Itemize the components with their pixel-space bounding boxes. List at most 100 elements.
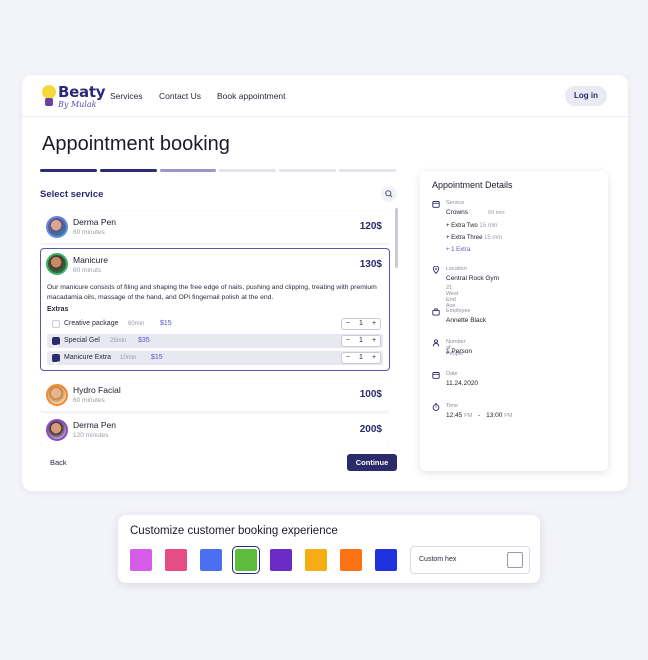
back-button[interactable]: Back [50,458,67,467]
nav-link-services[interactable]: Services [110,91,143,101]
service-list: Derma Pen 60 minutes 120$ Manicure 60 mi… [40,208,390,446]
person-icon [432,339,440,347]
plus-icon[interactable]: + [372,354,376,361]
service-name: Manicure [73,255,108,265]
employee-value: Annette Black [446,317,487,324]
checkmark-icon [53,344,59,349]
service-name: Derma Pen [73,217,116,227]
quantity-stepper[interactable]: − 1 + [341,318,381,330]
quantity-stepper[interactable]: − 1 + [341,352,381,364]
quantity-stepper[interactable]: − 1 + [341,335,381,347]
nav-link-contact[interactable]: Contact Us [159,91,201,101]
checkmark-icon [53,361,59,366]
date-label: Date [446,371,458,377]
brand-title: Beaty [58,83,106,101]
employee-label: Employee [446,308,471,314]
page-title: Appointment booking [42,133,230,155]
select-service-heading: Select service [40,189,104,200]
color-swatch[interactable] [375,549,397,571]
lightbulb-icon [42,85,56,99]
service-name: Derma Pen [73,420,116,430]
customize-panel: Customize customer booking experience Cu… [118,515,540,583]
service-row[interactable]: Derma Pen 120 minutes 200$ [40,414,390,446]
minus-icon[interactable]: − [346,320,350,327]
color-swatch[interactable] [130,549,152,571]
continue-button[interactable]: Continue [347,454,397,471]
time-end: 13:00 [486,412,503,419]
extra-checkbox[interactable] [52,320,60,328]
people-value: 1 Person [446,348,473,355]
color-swatch[interactable] [305,549,327,571]
service-avatar [46,384,68,406]
extra-name: Special Gel [64,337,100,344]
time-end-ampm: PM [504,413,513,419]
service-row[interactable]: Hydro Facial 60 minutes 100$ [40,379,390,411]
extra-name: Creative package [64,320,119,327]
color-swatch[interactable] [200,549,222,571]
nav-link-book[interactable]: Book appointment [217,91,286,101]
service-row[interactable]: Derma Pen 60 minutes 120$ [40,211,390,243]
service-price: 200$ [359,424,382,435]
service-duration: 60 minutes [73,397,105,404]
extra-duration: 60min [128,321,145,327]
service-avatar [46,253,68,275]
color-swatch-selected[interactable] [232,546,260,574]
progress-step [40,169,97,172]
service-duration: 120 minutes [73,432,109,439]
lightbulb-base-icon [45,98,53,106]
quantity-value: 1 [359,337,363,344]
plus-icon[interactable]: + [372,337,376,344]
minus-icon[interactable]: − [346,337,350,344]
service-description: Our manicure consists of filing and shap… [47,284,377,301]
extra-checkbox-checked[interactable] [52,354,60,366]
search-button[interactable] [381,186,397,202]
login-button[interactable]: Log in [565,86,607,106]
extra-item-time: 15 min [484,235,503,241]
quantity-value: 1 [359,320,363,327]
extra-option[interactable]: Manicure Extra 10min $15 − 1 + [47,351,383,366]
service-row-selected[interactable]: Manicure 60 minuts 130$ Our manicure con… [40,248,390,371]
service-duration: 60 minuts [73,267,102,274]
service-price: 120$ [359,221,382,232]
service-avatar [46,216,68,238]
custom-hex-preview[interactable] [507,552,523,568]
extra-duration: 25min [110,338,127,344]
extra-name: Manicure Extra [64,354,112,361]
service-avatar [46,419,68,441]
brand-logo[interactable]: Beaty By Mulak [42,83,106,111]
progress-step [159,169,217,172]
custom-hex-field[interactable]: Custom hex [410,546,530,574]
top-nav: Beaty By Mulak Services Contact Us Book … [22,75,628,117]
extra-option[interactable]: Special Gel 25min $35 − 1 + [47,334,383,349]
more-extras-link[interactable]: + 1 Extra [446,247,470,253]
extra-duration: 10min [120,355,137,361]
calendar-icon [432,372,440,379]
minus-icon[interactable]: − [346,354,350,361]
extra-checkbox-checked[interactable] [52,337,60,349]
time-label: Time [446,403,459,409]
date-value: 11.24.2020 [446,380,479,387]
color-swatch[interactable] [270,549,292,571]
plus-icon[interactable]: + [372,320,376,327]
extra-price: $15 [160,320,172,327]
color-swatch[interactable] [165,549,187,571]
custom-hex-label: Custom hex [419,556,457,563]
location-value: Central Rock Gym [446,275,500,282]
extra-item-name: Extra Three [451,235,483,241]
extra-price: $15 [151,354,163,361]
details-title: Appointment Details [432,180,513,190]
progress-step [99,169,157,172]
location-label: Location [446,266,467,272]
extra-option[interactable]: Creative package 60min $15 − 1 + [47,317,383,331]
extra-item: + Extra Three 15 min [446,235,502,241]
service-price: 130$ [359,259,382,270]
more-extras-label: 1 Extra [451,247,471,253]
appointment-details-panel: Appointment Details Service Crowns 60 mi… [420,171,608,471]
progress-step [219,169,277,172]
extra-item-name: Extra Two [451,223,478,229]
extra-price: $35 [138,337,150,344]
extras-heading: Extras [47,306,69,313]
list-scrollbar[interactable] [395,208,398,268]
service-duration: 60 minutes [73,229,105,236]
color-swatch[interactable] [340,549,362,571]
